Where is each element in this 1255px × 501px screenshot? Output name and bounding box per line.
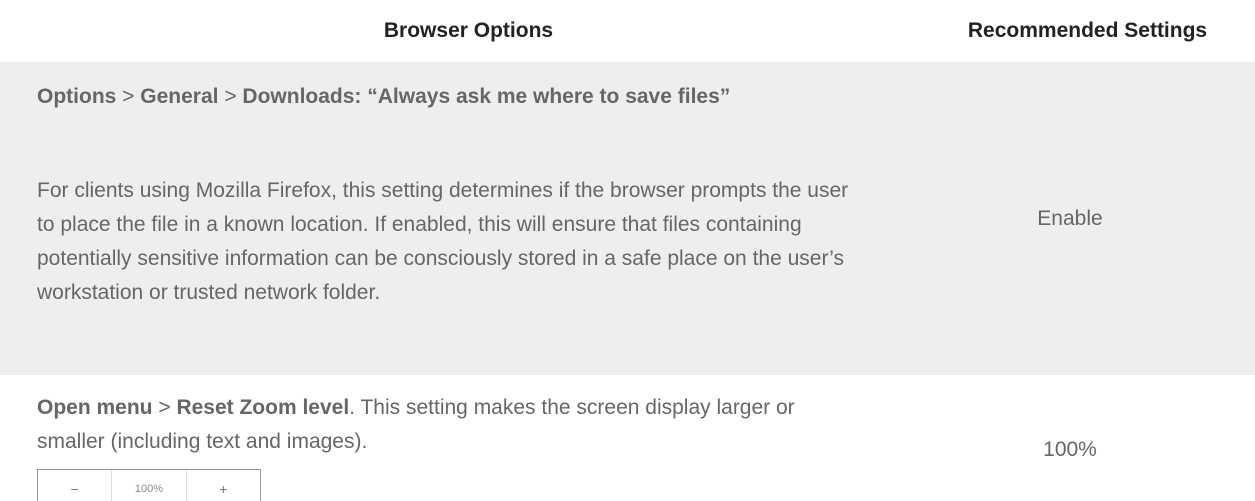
path-separator: > — [218, 85, 243, 108]
table-row: Open menu > Reset Zoom level. This setti… — [0, 375, 1255, 501]
option-path: Open menu > Reset Zoom level. This setti… — [37, 391, 867, 459]
table-header: Browser Options Recommended Settings — [0, 0, 1255, 62]
path-segment: General — [140, 85, 219, 108]
path-segment: Downloads: “Always ask me where to save … — [242, 85, 731, 108]
path-segment: Reset Zoom level — [176, 396, 350, 419]
recommended-value: 100% — [1043, 438, 1097, 461]
table-row: Options > General > Downloads: “Always a… — [0, 62, 1255, 375]
header-recommended-settings: Recommended Settings — [967, 19, 1208, 42]
path-separator: > — [152, 396, 177, 419]
zoom-level-label: 100% — [112, 470, 187, 501]
recommended-value: Enable — [1037, 206, 1103, 230]
option-description: For clients using Mozilla Firefox, this … — [37, 179, 849, 304]
path-segment: Options — [37, 85, 117, 108]
zoom-out-icon: − — [38, 470, 113, 501]
option-path: Options > General > Downloads: “Always a… — [37, 80, 857, 114]
header-browser-options: Browser Options — [383, 19, 554, 42]
zoom-in-icon: + — [219, 481, 228, 497]
path-segment: Open menu — [37, 396, 153, 419]
zoom-control-image: − 100% + — [37, 469, 261, 501]
path-separator: > — [116, 85, 141, 108]
